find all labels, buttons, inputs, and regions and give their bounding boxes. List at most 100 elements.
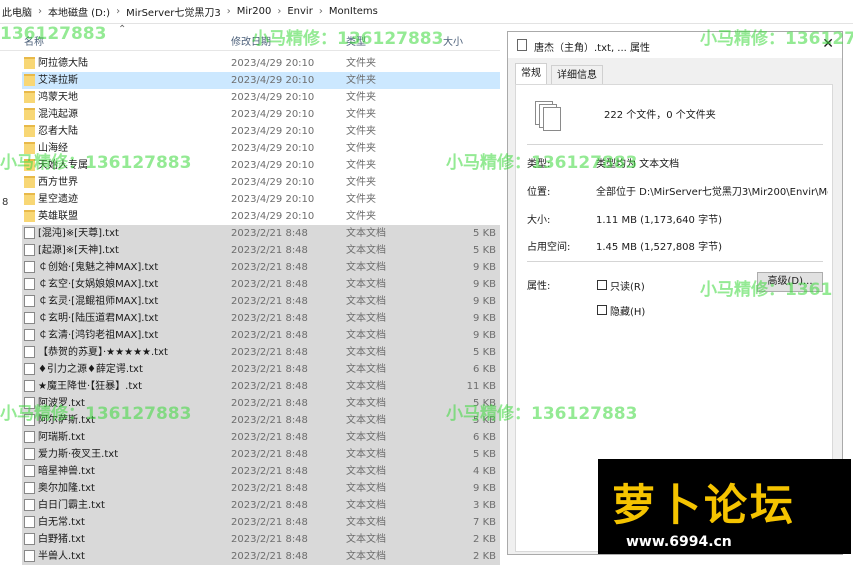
file-row[interactable]: ♦引力之源♦薛定谔.txt 2023/2/21 8:48 文本文档 6 KB — [22, 361, 500, 378]
text-file-icon — [24, 227, 35, 239]
file-date: 2023/2/21 8:48 — [231, 262, 308, 273]
file-date: 2023/2/21 8:48 — [231, 364, 308, 375]
text-file-icon — [24, 448, 35, 460]
hidden-label[interactable]: 隐藏(H) — [610, 303, 645, 318]
file-name: 阿拉德大陆 — [38, 58, 88, 69]
file-date: 2023/4/29 20:10 — [231, 194, 315, 205]
file-row[interactable]: ￠玄明·[陆压道君MAX].txt 2023/2/21 8:48 文本文档 9 KB — [22, 310, 500, 327]
nav-pane-fragment: 8 — [2, 197, 9, 208]
file-size: 5 KB — [473, 347, 496, 358]
folder-row[interactable]: 阿拉德大陆 2023/4/29 20:10 文件夹 — [22, 55, 500, 72]
file-size: 6 KB — [473, 364, 496, 375]
column-size[interactable]: 大小 — [443, 33, 463, 48]
file-type: 文件夹 — [346, 58, 376, 69]
hidden-checkbox[interactable] — [597, 305, 607, 315]
breadcrumb-item[interactable]: MonItems — [329, 6, 378, 17]
breadcrumb-item[interactable]: Envir — [287, 6, 312, 17]
dialog-title: 唐杰（主角）.txt, ... 属性 — [534, 43, 651, 54]
file-type: 文本文档 — [346, 551, 386, 562]
file-name: 暗星神兽.txt — [38, 466, 95, 477]
file-type: 文件夹 — [346, 194, 376, 205]
file-size: 9 KB — [473, 313, 496, 324]
folder-row[interactable]: 鸿蒙天地 2023/4/29 20:10 文件夹 — [22, 89, 500, 106]
size-label: 大小: — [527, 215, 551, 226]
watermark: 小马精修：136127883 — [700, 29, 853, 49]
file-name: 爱力斯·夜叉王.txt — [38, 449, 119, 460]
breadcrumb-item[interactable]: MirServer七觉黑刀3 — [126, 4, 221, 19]
file-size: 3 KB — [473, 500, 496, 511]
file-size: 2 KB — [473, 534, 496, 545]
file-row[interactable]: 阿瑞斯.txt 2023/2/21 8:48 文本文档 6 KB — [22, 429, 500, 446]
file-date: 2023/4/29 20:10 — [231, 211, 315, 222]
file-name: ￠玄清·[鸿钧老祖MAX].txt — [38, 330, 159, 341]
file-row[interactable]: 奥尔加隆.txt 2023/2/21 8:48 文本文档 9 KB — [22, 480, 500, 497]
text-file-icon — [24, 312, 35, 324]
file-date: 2023/2/21 8:48 — [231, 500, 308, 511]
file-row[interactable]: ￠玄空·[女娲娘娘MAX].txt 2023/2/21 8:48 文本文档 9 KB — [22, 276, 500, 293]
text-file-icon — [24, 482, 35, 494]
document-icon — [517, 39, 527, 51]
file-row[interactable]: [混沌]※[天尊].txt 2023/2/21 8:48 文本文档 5 KB — [22, 225, 500, 242]
breadcrumb-item[interactable]: Mir200 — [237, 6, 272, 17]
file-date: 2023/2/21 8:48 — [231, 432, 308, 443]
folder-row[interactable]: 西方世界 2023/4/29 20:10 文件夹 — [22, 174, 500, 191]
file-type: 文本文档 — [346, 262, 386, 273]
file-row[interactable]: ￠玄灵·[混鲲祖师MAX].txt 2023/2/21 8:48 文本文档 9 KB — [22, 293, 500, 310]
location-value: 全部位于 D:\MirServer七觉黑刀3\Mir200\Envir\Mo — [596, 187, 828, 198]
breadcrumb-item[interactable]: 本地磁盘 (D:) — [48, 4, 110, 19]
text-file-icon — [24, 278, 35, 290]
watermark: 136127883 — [0, 24, 107, 44]
file-type: 文件夹 — [346, 109, 376, 120]
readonly-label[interactable]: 只读(R) — [610, 278, 645, 293]
file-name: [混沌]※[天尊].txt — [38, 228, 119, 239]
file-row[interactable]: 半兽人.txt 2023/2/21 8:48 文本文档 2 KB — [22, 548, 500, 565]
file-row[interactable]: 白日门霸主.txt 2023/2/21 8:48 文本文档 3 KB — [22, 497, 500, 514]
text-file-icon — [24, 550, 35, 562]
folder-icon — [24, 57, 35, 69]
watermark: 小马精修：136127883 — [252, 29, 444, 49]
file-row[interactable]: 白野猪.txt 2023/2/21 8:48 文本文档 2 KB — [22, 531, 500, 548]
breadcrumb-item[interactable]: 此电脑 — [2, 4, 32, 19]
file-date: 2023/2/21 8:48 — [231, 279, 308, 290]
file-row[interactable]: 暗星神兽.txt 2023/2/21 8:48 文本文档 4 KB — [22, 463, 500, 480]
file-type: 文本文档 — [346, 330, 386, 341]
tab-general[interactable]: 常规 — [515, 63, 547, 85]
file-row[interactable]: 白无常.txt 2023/2/21 8:48 文本文档 7 KB — [22, 514, 500, 531]
folder-row[interactable]: 英雄联盟 2023/4/29 20:10 文件夹 — [22, 208, 500, 225]
file-row[interactable]: [起源]※[天神].txt 2023/2/21 8:48 文本文档 5 KB — [22, 242, 500, 259]
file-type: 文本文档 — [346, 534, 386, 545]
text-file-icon — [24, 465, 35, 477]
file-size: 11 KB — [466, 381, 496, 392]
file-row[interactable]: 【恭贺的苏夏】·★★★★★.txt 2023/2/21 8:48 文本文档 5 KB — [22, 344, 500, 361]
file-row[interactable]: ￠玄清·[鸿钧老祖MAX].txt 2023/2/21 8:48 文本文档 9 KB — [22, 327, 500, 344]
file-date: 2023/4/29 20:10 — [231, 160, 315, 171]
text-file-icon — [24, 329, 35, 341]
file-count: 222 个文件，0 个文件夹 — [604, 110, 716, 121]
folder-row[interactable]: 忍者大陆 2023/4/29 20:10 文件夹 — [22, 123, 500, 140]
file-type: 文本文档 — [346, 228, 386, 239]
file-date: 2023/2/21 8:48 — [231, 517, 308, 528]
multiple-documents-icon — [535, 101, 561, 131]
attributes-label: 属性: — [527, 281, 551, 292]
file-type: 文本文档 — [346, 415, 386, 426]
file-type: 文件夹 — [346, 143, 376, 154]
text-file-icon — [24, 499, 35, 511]
tab-details[interactable]: 详细信息 — [551, 65, 603, 85]
file-date: 2023/2/21 8:48 — [231, 415, 308, 426]
folder-row[interactable]: 星空遗迹 2023/4/29 20:10 文件夹 — [22, 191, 500, 208]
file-date: 2023/4/29 20:10 — [231, 143, 315, 154]
readonly-checkbox[interactable] — [597, 280, 607, 290]
folder-row[interactable]: 混沌起源 2023/4/29 20:10 文件夹 — [22, 106, 500, 123]
file-row[interactable]: 爱力斯·夜叉王.txt 2023/2/21 8:48 文本文档 5 KB — [22, 446, 500, 463]
file-type: 文本文档 — [346, 296, 386, 307]
file-row[interactable]: ￠创始·[鬼魅之神MAX].txt 2023/2/21 8:48 文本文档 9 KB — [22, 259, 500, 276]
file-name: 白无常.txt — [38, 517, 85, 528]
watermark: 小马精修：136127883 — [446, 153, 638, 173]
file-row[interactable]: ★魔王降世·【狂暴】.txt 2023/2/21 8:48 文本文档 11 KB — [22, 378, 500, 395]
address-bar[interactable]: 此电脑 › 本地磁盘 (D:) › MirServer七觉黑刀3 › Mir200 › … — [0, 0, 853, 24]
watermark: 小马精修：136127883 — [446, 404, 638, 424]
file-name: 白日门霸主.txt — [38, 500, 105, 511]
chevron-right-icon: › — [277, 6, 282, 17]
file-date: 2023/4/29 20:10 — [231, 58, 315, 69]
folder-row[interactable]: 艾泽拉斯 2023/4/29 20:10 文件夹 — [22, 72, 500, 89]
